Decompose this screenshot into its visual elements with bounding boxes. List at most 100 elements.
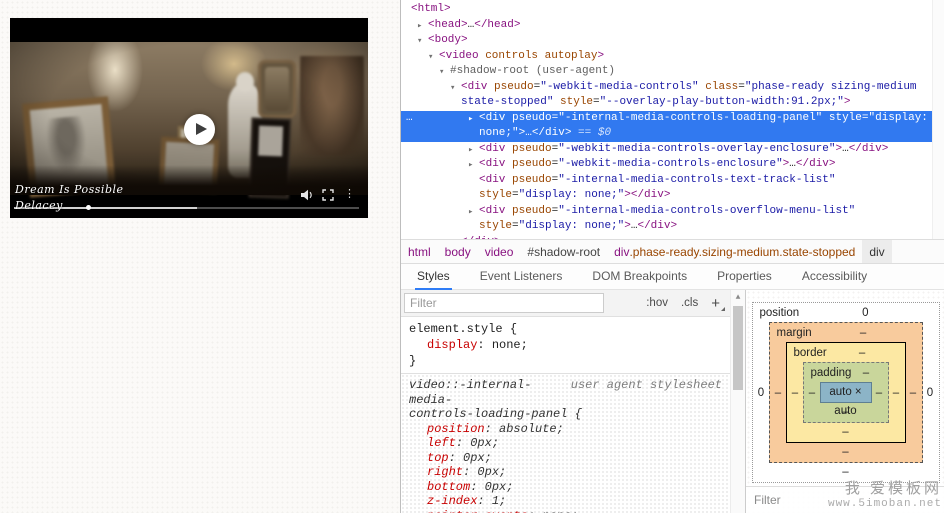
code-token: class [698, 80, 739, 93]
video-title-overlay: Dream Is Possible [15, 183, 124, 196]
styles-scrollbar[interactable]: ▲ [730, 290, 745, 513]
tab-styles[interactable]: Styles [415, 264, 452, 290]
border-left-value: – [791, 386, 799, 399]
code-token: #shadow-root (user-agent) [450, 65, 616, 77]
css-property-name: display [427, 338, 478, 352]
expand-arrow-icon[interactable]: ▸ [468, 205, 473, 221]
code-token: <html> [411, 3, 451, 15]
code-token: <video [439, 49, 479, 62]
dom-tree-row[interactable]: ▸ … <div pseudo = "-internal-media-controls-… [401, 110, 932, 142]
breadcrumb-item[interactable]: video [478, 240, 521, 263]
code-token: <div [479, 204, 506, 217]
code-token: pseudo [505, 142, 552, 155]
expand-arrow-icon[interactable]: ▸ [468, 158, 473, 174]
breadcrumb-part: .phase-ready.sizing-medium.state-stopped [629, 244, 856, 259]
dom-tree-row[interactable]: ▾ <div pseudo = "-webkit-media-controls" cl… [401, 80, 932, 111]
code-token: <div [479, 142, 506, 155]
dom-tree-row[interactable]: ▾ <video controls autoplay> [401, 49, 932, 65]
dom-tree-row[interactable]: <div pseudo = "-internal-media-controls-te… [401, 173, 932, 204]
tab-properties[interactable]: Properties [717, 264, 772, 290]
code-token: style [822, 111, 862, 124]
expand-arrow-icon[interactable]: ▸ [417, 19, 422, 35]
code-token: "--overlay-play-button-width:91.2px;" [599, 96, 844, 108]
css-property[interactable]: display: none; [409, 337, 722, 353]
overflow-menu-button[interactable]: ⋮ [344, 188, 355, 200]
border-top-value: – [858, 347, 866, 359]
code-token: > [843, 96, 851, 108]
collapse-arrow-icon[interactable]: ▾ [417, 34, 422, 50]
collapse-arrow-icon[interactable]: ▾ [428, 50, 433, 66]
dom-tree-row[interactable]: ▸ <div pseudo="-webkit-media-controls-enc… [401, 157, 932, 173]
dom-tree-row[interactable]: ▸ <div pseudo = "-internal-media-controls-o… [401, 204, 932, 235]
code-token: controls [478, 49, 539, 62]
css-property: pointer-events: none; [409, 509, 722, 513]
elements-tree-scrollbar[interactable] [932, 0, 944, 239]
margin-top-value: – [859, 327, 867, 339]
breadcrumb-item[interactable]: body [438, 240, 478, 263]
code-token: … [525, 127, 532, 139]
breadcrumb-item[interactable]: #shadow-root [520, 240, 607, 263]
play-button[interactable] [184, 114, 215, 145]
new-style-rule-button[interactable]: + [711, 295, 725, 312]
tab-accessibility[interactable]: Accessibility [802, 264, 867, 290]
pseudo-state-button[interactable]: :hov [646, 297, 668, 309]
computed-filter-input[interactable] [754, 493, 844, 507]
stylesheet-origin: user agent stylesheet [570, 378, 722, 392]
scroll-up-icon[interactable]: ▲ [731, 290, 745, 302]
class-toggle-button[interactable]: .cls [681, 297, 698, 309]
position-right-value: 0 [926, 386, 934, 399]
progress-thumb[interactable] [86, 205, 91, 210]
code-token: </div> [531, 127, 572, 139]
rule-close-brace: } [409, 354, 417, 368]
code-token: "display: none;" [518, 220, 625, 232]
breadcrumb-part: body [444, 244, 471, 259]
padding-right-value: – [875, 386, 883, 399]
box-model-padding[interactable]: padding – – auto × auto – – [802, 362, 889, 423]
code-token: "-webkit-media-controls" [540, 80, 699, 93]
dom-tree-row[interactable]: ▸ <div pseudo="-webkit-media-controls-ove… [401, 142, 932, 158]
box-model-border[interactable]: border – – padding – – auto × auto – – –… [785, 342, 906, 443]
video-progress-bar[interactable] [14, 205, 359, 210]
styles-sidebar: :hov .cls + element.style {display: none… [401, 290, 944, 513]
rule-selector[interactable]: element.style { [409, 321, 722, 337]
tab-dom-breakpoints[interactable]: DOM Breakpoints [592, 264, 687, 290]
expand-arrow-icon[interactable]: ▸ [468, 143, 473, 159]
box-model-margin[interactable]: margin – – border – – padding – – auto ×… [768, 322, 923, 463]
tab-event-listeners[interactable]: Event Listeners [480, 264, 563, 290]
padding-left-value: – [808, 386, 816, 399]
code-token: "-internal-media-controls-loading-panel" [558, 111, 823, 124]
dom-tree-row[interactable]: ▾ #shadow-root (user-agent) [401, 64, 932, 80]
code-token: = [512, 189, 519, 201]
breadcrumb-item[interactable]: div .phase-ready.sizing-medium.state-stop… [607, 240, 862, 263]
dom-tree-row[interactable]: <html> [401, 2, 932, 18]
fullscreen-icon [322, 189, 334, 201]
code-token: "-webkit-media-controls-enclosure" [558, 158, 783, 170]
breadcrumb-item[interactable]: html [401, 240, 438, 263]
expand-arrow-icon[interactable]: ▸ [468, 112, 473, 128]
box-model-content[interactable]: auto × auto [819, 382, 872, 417]
code-token: pseudo [487, 80, 534, 93]
row-menu-icon[interactable]: … [406, 111, 414, 127]
css-property: z-index: 1; [427, 494, 507, 508]
dom-tree-row[interactable]: ▸ <head>…</head> [401, 18, 932, 34]
rule-selector-line: controls-loading-panel { [409, 407, 582, 421]
scrollbar-thumb[interactable] [733, 306, 743, 390]
code-token: > [624, 220, 631, 232]
code-token: <div [479, 158, 506, 170]
css-property: position: absolute; [427, 421, 564, 436]
styles-filter-input[interactable] [404, 293, 604, 313]
dom-tree-row[interactable]: ▾ <body> [401, 33, 932, 49]
video-player[interactable]: Dream Is Possible Delacey ⋮ [10, 18, 368, 218]
fullscreen-button[interactable] [322, 188, 336, 201]
code-token: pseudo [505, 111, 552, 124]
code-token: </div> [795, 158, 836, 170]
breadcrumb-item[interactable]: div [862, 240, 892, 263]
volume-button[interactable] [300, 188, 314, 201]
collapse-arrow-icon[interactable]: ▾ [439, 65, 444, 81]
code-token: … [842, 142, 849, 155]
play-icon [196, 123, 207, 135]
css-property-name: right [427, 465, 464, 479]
css-property: bottom: 0px; [427, 479, 514, 494]
collapse-arrow-icon[interactable]: ▾ [450, 81, 455, 97]
box-model-position[interactable]: position 0 0 margin – – border – – paddi… [751, 302, 940, 483]
